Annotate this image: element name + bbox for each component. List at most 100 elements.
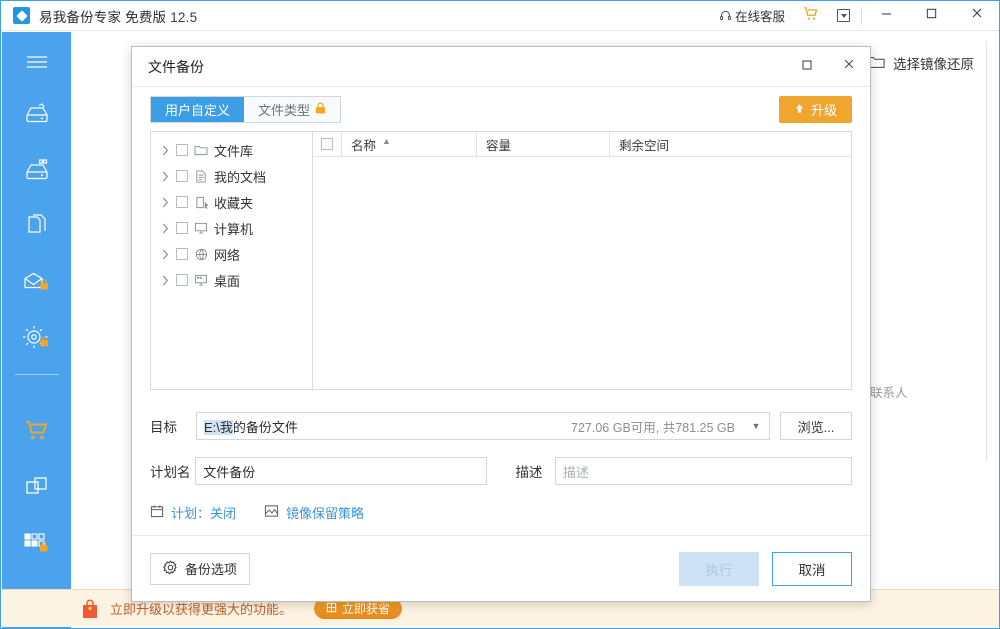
chevron-right-icon[interactable] xyxy=(159,223,171,234)
tree-item-checkbox[interactable] xyxy=(176,196,188,208)
tab-user-defined-label: 用户自定义 xyxy=(165,102,231,118)
image-policy-icon xyxy=(264,504,279,521)
select-all-checkbox-cell[interactable] xyxy=(313,132,342,156)
tree-item-checkbox[interactable] xyxy=(176,248,188,260)
column-header-free-space[interactable]: 剩余空间 xyxy=(610,132,851,156)
lock-icon xyxy=(315,102,326,117)
tree-item-checkbox[interactable] xyxy=(176,170,188,182)
app-title: 易我备份专家 免费版 12.5 xyxy=(39,6,197,26)
backup-options-button[interactable]: 备份选项 xyxy=(150,552,251,585)
sidebar-item-smart-backup[interactable] xyxy=(2,312,71,368)
select-all-checkbox[interactable] xyxy=(321,138,333,150)
chevron-right-icon[interactable] xyxy=(159,145,171,156)
file-list-body[interactable] xyxy=(313,157,851,389)
tree-item-label: 计算机 xyxy=(214,221,254,237)
chevron-down-icon[interactable]: ▼ xyxy=(743,413,769,439)
tree-item-checkbox[interactable] xyxy=(176,144,188,156)
minimize-button[interactable] xyxy=(864,1,909,31)
sidebar-item-tools-apps[interactable] xyxy=(2,517,71,573)
column-header-name-label: 名称 xyxy=(351,138,377,153)
headset-icon xyxy=(719,9,732,22)
sidebar-item-menu[interactable] xyxy=(2,40,71,88)
tree-item-checkbox[interactable] xyxy=(176,222,188,234)
tree-item-favorites[interactable]: 收藏夹 xyxy=(151,189,312,215)
maximize-button[interactable] xyxy=(909,1,954,31)
background-panel-edge xyxy=(986,41,987,461)
select-image-restore-button[interactable]: 选择镜像还原 xyxy=(867,53,974,73)
app-version: 12.5 xyxy=(170,9,198,25)
cancel-button[interactable]: 取消 xyxy=(772,551,852,586)
tree-item-network[interactable]: 网络 xyxy=(151,241,312,267)
tab-user-defined[interactable]: 用户自定义 xyxy=(151,96,245,122)
calendar-icon xyxy=(150,504,164,521)
chevron-right-icon[interactable] xyxy=(159,171,171,182)
sidebar-item-disk-backup[interactable] xyxy=(2,88,71,144)
contact-label: 联系人 xyxy=(870,386,908,400)
destination-field[interactable]: E:\我的备份文件 727.06 GB可用, 共781.25 GB ▼ xyxy=(196,412,770,440)
tree-item-checkbox[interactable] xyxy=(176,274,188,286)
description-input[interactable]: 描述 xyxy=(554,457,852,485)
tree-item-my-documents[interactable]: 我的文档 xyxy=(151,163,312,189)
plan-description-row: 计划名 文件备份 描述 描述 xyxy=(150,457,852,485)
tab-file-type-label: 文件类型 xyxy=(258,102,311,118)
column-header-capacity-label: 容量 xyxy=(486,138,512,153)
destination-space-info: 727.06 GB可用, 共781.25 GB xyxy=(571,420,735,435)
titlebar-divider xyxy=(861,6,862,25)
sidebar-item-system-backup[interactable] xyxy=(2,144,71,200)
sidebar-item-mail-backup[interactable] xyxy=(2,256,71,312)
tree-item-label: 网络 xyxy=(214,247,241,263)
chevron-right-icon[interactable] xyxy=(159,275,171,286)
dropdown-box-icon xyxy=(837,9,850,22)
smart-backup-icon xyxy=(22,324,52,357)
desktop-icon xyxy=(193,274,209,286)
column-header-capacity[interactable]: 容量 xyxy=(477,132,610,156)
destination-value: E:\我的备份文件 xyxy=(197,417,298,436)
destination-row: 目标 E:\我的备份文件 727.06 GB可用, 共781.25 GB ▼ 浏… xyxy=(150,412,852,440)
sidebar-item-purchase[interactable] xyxy=(2,405,71,461)
dialog-tabs-row: 用户自定义 文件类型 升级 xyxy=(132,87,870,131)
purchase-cart-button[interactable] xyxy=(794,1,828,31)
network-icon xyxy=(193,248,209,261)
schedule-links-row: 计划：关闭 镜像保留策略 xyxy=(150,502,852,522)
dialog-maximize-button[interactable] xyxy=(786,47,828,86)
image-retention-policy-link[interactable]: 镜像保留策略 xyxy=(264,503,364,522)
close-button[interactable] xyxy=(954,1,999,31)
sidebar-item-file-backup[interactable] xyxy=(2,200,71,256)
schedule-link[interactable]: 计划：关闭 xyxy=(150,503,236,522)
dialog-title-bar: 文件备份 xyxy=(132,47,870,87)
destination-value-rest: 的备份文件 xyxy=(232,419,298,435)
destination-label: 目标 xyxy=(150,420,177,435)
column-header-name[interactable]: 名称 ▲ xyxy=(342,132,477,156)
tree-item-label: 桌面 xyxy=(214,273,241,289)
tree-item-computer[interactable]: 计算机 xyxy=(151,215,312,241)
browse-button[interactable]: 浏览... xyxy=(780,412,852,440)
gear-icon xyxy=(163,559,178,578)
dialog-close-button[interactable] xyxy=(828,47,870,86)
chevron-right-icon[interactable] xyxy=(159,197,171,208)
tree-item-label: 文件库 xyxy=(214,143,254,159)
maximize-icon xyxy=(801,58,813,76)
tray-menu-button[interactable] xyxy=(828,1,859,31)
tree-item-library[interactable]: 文件库 xyxy=(151,137,312,163)
execute-button[interactable]: 执行 xyxy=(679,551,759,586)
plan-name-input[interactable]: 文件备份 xyxy=(195,457,487,485)
tab-file-type[interactable]: 文件类型 xyxy=(244,96,341,122)
upgrade-button[interactable]: 升级 xyxy=(778,95,852,123)
title-bar: 易我备份专家 免费版 12.5 在线客服 xyxy=(1,1,999,31)
sidebar-divider xyxy=(14,374,59,375)
online-support-button[interactable]: 在线客服 xyxy=(710,1,794,31)
minimize-icon xyxy=(880,7,893,25)
close-icon xyxy=(842,57,856,76)
file-backup-icon xyxy=(24,213,50,244)
sidebar-item-clone[interactable] xyxy=(2,461,71,517)
source-mode-tabs: 用户自定义 文件类型 xyxy=(150,95,342,123)
backup-options-label: 备份选项 xyxy=(185,562,238,577)
disk-backup-icon xyxy=(22,101,52,132)
application-window: 易我备份专家 免费版 12.5 在线客服 选择镜像还原 联系人 立即升级以获得更… xyxy=(0,0,1000,629)
chevron-right-icon[interactable] xyxy=(159,249,171,260)
source-tree-pane[interactable]: 文件库 我的文档 收藏夹 计算机 网络 桌面 xyxy=(151,132,313,389)
tree-item-desktop[interactable]: 桌面 xyxy=(151,267,312,293)
column-header-free-space-label: 剩余空间 xyxy=(619,138,670,153)
shopping-cart-icon xyxy=(803,7,819,24)
